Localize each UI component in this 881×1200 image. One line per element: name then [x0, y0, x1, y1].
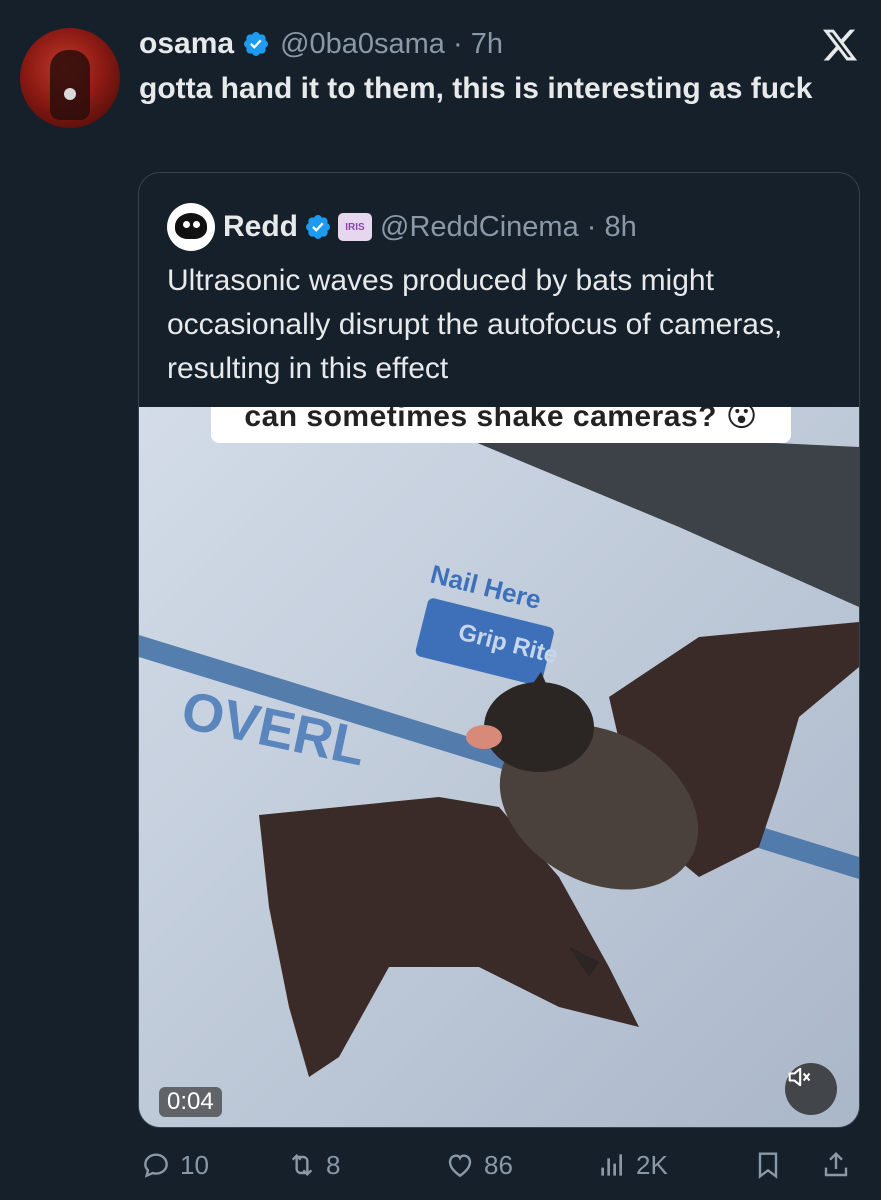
author-name[interactable]: osama — [139, 27, 234, 61]
like-button[interactable]: 86 — [444, 1142, 513, 1188]
author-handle[interactable]: @0ba0sama · 7h — [280, 28, 503, 61]
mute-button[interactable] — [785, 1063, 837, 1115]
video-frame: Nail Here Grip Rite OVERL — [139, 407, 859, 1127]
tweet-header: osama @0ba0sama · 7h — [139, 24, 503, 64]
verified-badge-icon — [244, 32, 269, 56]
video-timer: 0:04 — [159, 1087, 222, 1117]
repost-button[interactable]: 8 — [286, 1142, 340, 1188]
reply-icon — [144, 1153, 168, 1178]
share-button[interactable] — [820, 1142, 852, 1188]
reply-count: 10 — [180, 1149, 209, 1180]
repost-count: 8 — [326, 1149, 341, 1180]
quote-avatar-eye — [183, 221, 190, 228]
bookmark-icon — [758, 1152, 778, 1179]
quote-avatar-mask — [175, 213, 207, 239]
quote-handle: @ReddCinema · 8h — [380, 210, 637, 243]
views-count: 2K — [636, 1149, 668, 1180]
bookmark-button[interactable] — [752, 1142, 784, 1188]
repost-icon — [291, 1153, 313, 1177]
quote-header: Redd IRIS @ReddCinema · 8h — [167, 203, 637, 251]
quote-time: 8h — [604, 210, 637, 243]
quote-text: Ultrasonic waves produced by bats might … — [167, 264, 783, 385]
like-icon — [448, 1154, 472, 1178]
quote-author-name: Redd — [223, 210, 298, 243]
views-button[interactable]: 2K — [596, 1142, 668, 1188]
mute-icon — [788, 1067, 811, 1087]
avatar-chain — [64, 88, 76, 100]
reply-button[interactable]: 10 — [140, 1142, 209, 1188]
author-handle-text: @0ba0sama — [280, 27, 445, 60]
quote-avatar — [167, 203, 215, 251]
verified-badge-icon — [306, 215, 330, 239]
quote-avatar-eye — [193, 221, 200, 228]
avatar-figure — [50, 50, 90, 120]
x-logo-icon — [822, 29, 858, 61]
action-bar: 10 8 86 2K — [0, 1142, 881, 1188]
like-count: 86 — [484, 1149, 513, 1180]
quote-video[interactable]: Nail Here Grip Rite OVERL can sometimes … — [139, 407, 859, 1127]
tweet-text: gotta hand it to them, this is interesti… — [139, 72, 813, 105]
quote-handle-text: @ReddCinema — [380, 210, 579, 243]
author-avatar[interactable] — [20, 28, 120, 128]
views-icon — [601, 1154, 622, 1176]
video-caption: can sometimes shake cameras? 😮 — [211, 407, 791, 443]
affiliate-badge: IRIS — [338, 213, 372, 241]
share-icon — [824, 1151, 848, 1177]
tweet-time[interactable]: 7h — [471, 28, 503, 60]
quoted-tweet[interactable]: Redd IRIS @ReddCinema · 8h Ultrasonic wa… — [138, 172, 860, 1128]
